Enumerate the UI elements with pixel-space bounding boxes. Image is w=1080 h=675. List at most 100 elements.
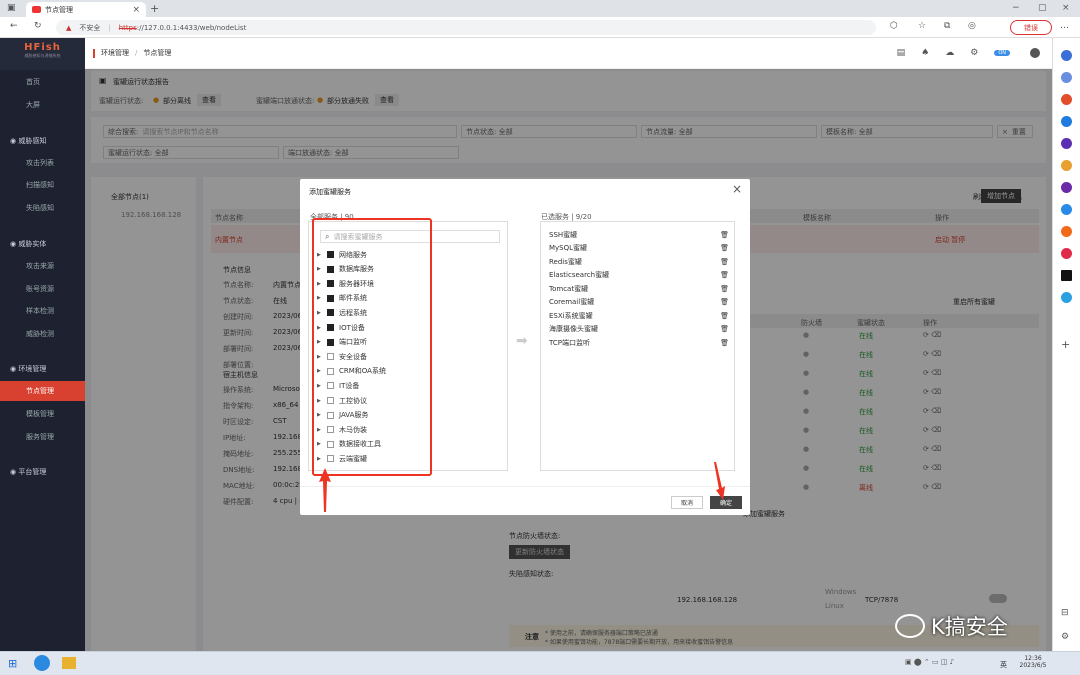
add-icon[interactable]: + — [1061, 338, 1070, 351]
sidebar-item[interactable]: 节点管理 — [0, 381, 85, 401]
sidebar-item-label: 失陷感知 — [26, 204, 54, 212]
url-bar[interactable]: ▲ 不安全 | https://127.0.0.1:4433/web/nodeL… — [56, 20, 876, 35]
app-icon[interactable] — [1061, 270, 1072, 281]
delete-icon[interactable]: 🗑 — [720, 244, 729, 252]
reload-icon[interactable]: ↻ — [34, 21, 42, 31]
sidebar-item-label: 样本检测 — [26, 307, 54, 315]
sidebar: HFish 威胁感知与诱捕系统 首页大屏 ◉ 威胁感知 攻击列表 扫描感知失陷感知 ◉ … — [0, 38, 85, 651]
selected-service-label: Redis蜜罐 — [549, 257, 582, 266]
selected-service: ESXi系统蜜罐 🗑 — [549, 309, 729, 322]
maximize-icon[interactable]: ▢ — [1038, 3, 1047, 13]
sidebar-item[interactable]: 大屏 — [0, 95, 85, 115]
selected-service-label: Coremail蜜罐 — [549, 298, 595, 306]
sidebar-item-label: 威胁检测 — [26, 330, 54, 338]
delete-icon[interactable]: 🗑 — [720, 325, 729, 333]
new-tab-icon[interactable]: + — [150, 2, 159, 15]
sidebar-item[interactable]: ◉ 平台管理 — [0, 462, 85, 482]
pin-icon[interactable]: ♠ — [921, 48, 929, 58]
logo-text: HFish — [24, 42, 61, 53]
clock[interactable]: 12:36 2023/6/5 — [1016, 655, 1050, 669]
window-menu-icon[interactable]: ▣ — [7, 3, 16, 13]
selected-service-label: Elasticsearch蜜罐 — [549, 271, 610, 279]
tab-close-icon[interactable]: × — [132, 5, 140, 15]
theme-toggle[interactable]: ON — [994, 50, 1010, 56]
address-toolbar: ← ↻ ▲ 不安全 | https://127.0.0.1:4433/web/n… — [0, 17, 1080, 38]
sidebar-item[interactable]: 账号资源 — [0, 279, 85, 299]
breadcrumb-root[interactable]: 环境管理 — [101, 48, 129, 58]
ime-language[interactable]: 英 — [1000, 660, 1007, 670]
logo-subtitle: 威胁感知与诱捕系统 — [24, 53, 61, 58]
favorites-icon[interactable]: ☆ — [918, 21, 926, 31]
sidebar-item-label: 攻击来源 — [26, 262, 54, 270]
chat-icon[interactable]: ☁ — [945, 48, 954, 58]
app-icon[interactable] — [1061, 226, 1072, 237]
error-button[interactable]: 错误 — [1010, 20, 1052, 35]
delete-icon[interactable]: 🗑 — [720, 339, 729, 347]
app-icon[interactable] — [1061, 182, 1072, 193]
close-icon[interactable]: × — [732, 182, 742, 196]
delete-icon[interactable]: 🗑 — [720, 258, 729, 266]
taskbar: ⊞ ▣ ⬤ ⌃ ▭ ◫ ♪ 英 12:36 2023/6/5 — [0, 651, 1080, 675]
delete-icon[interactable]: 🗑 — [720, 271, 729, 279]
selected-service-label: ESXi系统蜜罐 — [549, 311, 593, 320]
sidebar-item[interactable]: 样本检测 — [0, 301, 85, 321]
sidebar-item[interactable]: 失陷感知 — [0, 198, 85, 218]
selected-service: Tomcat蜜罐 🗑 — [549, 282, 729, 295]
sidebar-item[interactable]: 服务管理 — [0, 427, 85, 447]
dialog-title: 添加蜜罐服务 — [309, 188, 351, 196]
delete-icon[interactable]: 🗑 — [720, 285, 729, 293]
windows-start-icon[interactable]: ⊞ — [8, 657, 17, 670]
avatar[interactable] — [1030, 48, 1040, 58]
app-icon[interactable] — [1061, 116, 1072, 127]
window-close-icon[interactable]: × — [1062, 3, 1070, 13]
delete-icon[interactable]: 🗑 — [720, 231, 729, 239]
error-button-label: 错误 — [1024, 23, 1038, 32]
sidebar-item-label: 威胁实体 — [18, 240, 47, 248]
tab-title: 节点管理 — [45, 5, 73, 14]
gear-icon[interactable]: ⚙ — [970, 48, 978, 58]
cloud-icon[interactable] — [1061, 292, 1072, 303]
selected-service: MySQL蜜罐 🗑 — [549, 242, 729, 255]
browser-tab[interactable]: 节点管理 × — [26, 2, 146, 17]
sidebar-item[interactable]: 攻击列表 — [0, 153, 85, 173]
sidebar-item-label: 大屏 — [26, 101, 40, 109]
back-icon[interactable]: ← — [10, 21, 18, 31]
selected-service: 海康摄像头蜜罐 🗑 — [549, 323, 729, 336]
document-icon[interactable]: ▤ — [897, 48, 906, 58]
sidebar-item[interactable]: ◉ 威胁感知 — [0, 131, 85, 151]
split-icon[interactable]: ⊟ — [1061, 608, 1069, 618]
tools-icon[interactable] — [1061, 72, 1072, 83]
app-icon[interactable] — [1061, 204, 1072, 215]
dialog-divider — [300, 486, 750, 487]
sidebar-item[interactable]: ◉ 威胁实体 — [0, 234, 85, 254]
minimize-icon[interactable]: − — [1012, 3, 1020, 13]
profile-icon[interactable]: ◎ — [968, 21, 976, 31]
more-icon[interactable]: … — [1060, 21, 1069, 31]
settings-icon[interactable]: ⚙ — [1061, 632, 1069, 642]
edge-icon[interactable] — [34, 655, 50, 671]
delete-icon[interactable]: 🗑 — [720, 312, 729, 320]
explorer-icon[interactable] — [62, 657, 76, 669]
sidebar-item[interactable]: 模板管理 — [0, 404, 85, 424]
browser-side-panel: + ⊟ ⚙ — [1052, 38, 1080, 651]
sidebar-item-label: 服务管理 — [26, 433, 54, 441]
extensions-icon[interactable]: ⬡ — [890, 21, 898, 31]
sidebar-item[interactable]: 威胁检测 — [0, 324, 85, 344]
annotation-box — [312, 218, 432, 476]
search-icon[interactable] — [1061, 50, 1072, 61]
cancel-button[interactable]: 取消 — [671, 496, 703, 509]
sidebar-item[interactable]: 攻击来源 — [0, 256, 85, 276]
app-icon[interactable] — [1061, 138, 1072, 149]
sidebar-item[interactable]: 扫描感知 — [0, 175, 85, 195]
delete-icon[interactable]: 🗑 — [720, 298, 729, 306]
app-icon[interactable] — [1061, 248, 1072, 259]
collections-icon[interactable]: ⧉ — [944, 21, 950, 31]
logo: HFish 威胁感知与诱捕系统 — [0, 38, 85, 70]
tray-icons[interactable]: ▣ ⬤ ⌃ ▭ ◫ ♪ — [905, 658, 954, 666]
sidebar-item[interactable]: ◉ 环境管理 — [0, 359, 85, 379]
sidebar-item[interactable]: 首页 — [0, 72, 85, 92]
app-icon[interactable] — [1061, 94, 1072, 105]
app-icon[interactable] — [1061, 160, 1072, 171]
clock-date: 2023/6/5 — [1019, 662, 1047, 669]
url-path: ://127.0.0.1:4433/web/nodeList — [136, 23, 247, 32]
